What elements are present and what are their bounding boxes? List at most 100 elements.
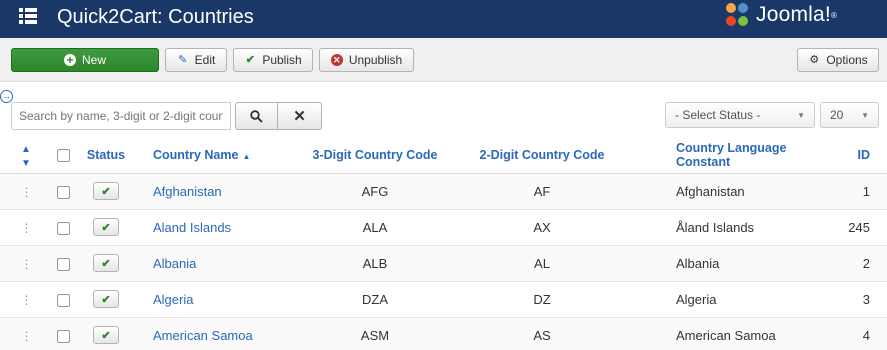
status-cell: ✔ bbox=[74, 209, 138, 246]
page-title: Quick2Cart: Countries bbox=[57, 6, 254, 28]
published-toggle[interactable]: ✔ bbox=[93, 218, 119, 236]
row-checkbox[interactable] bbox=[56, 293, 70, 307]
id-cell: 245 bbox=[842, 209, 887, 246]
language-constant-cell: Albania bbox=[642, 245, 842, 282]
publish-label: Publish bbox=[262, 53, 302, 67]
chevron-down-icon: ▼ bbox=[797, 110, 805, 120]
check-icon: ✔ bbox=[101, 221, 111, 234]
registered-mark: ® bbox=[830, 10, 837, 20]
checkbox-cell bbox=[52, 317, 74, 350]
id-column-header[interactable]: ID bbox=[842, 138, 887, 174]
list-limit-value: 20 bbox=[830, 108, 844, 122]
language-constant-cell: American Samoa bbox=[642, 317, 842, 350]
code3-column-header[interactable]: 3-Digit Country Code bbox=[308, 138, 442, 174]
const-column-header[interactable]: Country Language Constant bbox=[642, 138, 842, 174]
countries-table: ▲ ▼ Status Country Name ▲ 3-Digit Country … bbox=[0, 138, 887, 350]
published-toggle[interactable]: ✔ bbox=[93, 254, 119, 272]
id-cell: 4 bbox=[842, 317, 887, 350]
country-name-link[interactable]: Aland Islands bbox=[153, 220, 231, 235]
ordering-cell: ⋮ bbox=[0, 317, 52, 350]
id-cell: 2 bbox=[842, 245, 887, 282]
name-column-header[interactable]: Country Name ▲ bbox=[138, 138, 308, 174]
country-name-link[interactable]: Afghanistan bbox=[153, 184, 222, 199]
ordering-column-header[interactable]: ▲ ▼ bbox=[0, 138, 52, 174]
code2-cell: AX bbox=[442, 209, 642, 246]
checkbox-cell bbox=[52, 209, 74, 246]
code3-cell: ALB bbox=[308, 245, 442, 282]
ordering-cell: ⋮ bbox=[0, 209, 52, 246]
country-name-cell: Afghanistan bbox=[138, 173, 308, 210]
country-name-link[interactable]: Albania bbox=[153, 256, 196, 271]
row-checkbox[interactable] bbox=[56, 257, 70, 271]
table-header-row: ▲ ▼ Status Country Name ▲ 3-Digit Country … bbox=[0, 138, 887, 174]
list-limit-select[interactable]: 20 ▼ bbox=[820, 102, 879, 128]
code2-column-header[interactable]: 2-Digit Country Code bbox=[442, 138, 642, 174]
edit-button[interactable]: ✎ Edit bbox=[165, 48, 227, 72]
published-toggle[interactable]: ✔ bbox=[93, 326, 119, 344]
clear-button[interactable]: ✕ bbox=[278, 102, 322, 130]
country-name-link[interactable]: American Samoa bbox=[153, 328, 253, 343]
status-cell: ✔ bbox=[74, 281, 138, 318]
row-checkbox[interactable] bbox=[56, 185, 70, 199]
code2-cell: AS bbox=[442, 317, 642, 350]
drag-handle-icon[interactable]: ⋮ bbox=[21, 185, 33, 199]
joomla-logo[interactable]: Joomla! ® bbox=[722, 1, 837, 29]
new-button[interactable]: + New bbox=[11, 48, 159, 72]
status-filter-select[interactable]: - Select Status - ▼ bbox=[665, 102, 815, 128]
search-input[interactable] bbox=[11, 102, 231, 130]
table-row: ⋮ ✔ Albania ALB AL Albania 2 bbox=[0, 245, 887, 282]
x-circle-icon: ✕ bbox=[330, 54, 343, 66]
status-cell: ✔ bbox=[74, 245, 138, 282]
drag-handle-icon[interactable]: ⋮ bbox=[21, 221, 33, 235]
search-icon bbox=[250, 109, 263, 123]
options-button[interactable]: ⚙ Options bbox=[797, 48, 879, 72]
table-row: ⋮ ✔ Afghanistan AFG AF Afghanistan 1 bbox=[0, 173, 887, 210]
row-checkbox[interactable] bbox=[56, 221, 70, 235]
chevron-down-icon: ▼ bbox=[861, 110, 869, 120]
code3-cell: DZA bbox=[308, 281, 442, 318]
country-name-cell: Aland Islands bbox=[138, 209, 308, 246]
check-icon: ✔ bbox=[101, 257, 111, 270]
toolbar: + New ✎ Edit ✔ Publish ✕ Unpublish ⚙ Opt… bbox=[0, 38, 887, 82]
new-label: New bbox=[81, 53, 106, 67]
check-icon: ✔ bbox=[101, 293, 111, 306]
edit-label: Edit bbox=[194, 53, 216, 67]
list-icon[interactable] bbox=[19, 7, 37, 25]
ordering-cell: ⋮ bbox=[0, 173, 52, 210]
plus-circle-icon: + bbox=[63, 54, 76, 66]
publish-button[interactable]: ✔ Publish bbox=[233, 48, 313, 72]
status-filter-value: - Select Status - bbox=[675, 108, 761, 122]
drag-handle-icon[interactable]: ⋮ bbox=[21, 257, 33, 271]
row-checkbox[interactable] bbox=[56, 329, 70, 343]
check-icon: ✔ bbox=[101, 185, 111, 198]
search-button[interactable] bbox=[235, 102, 278, 130]
checkbox-cell bbox=[52, 245, 74, 282]
id-cell: 1 bbox=[842, 173, 887, 210]
language-constant-cell: Afghanistan bbox=[642, 173, 842, 210]
select-all-checkbox[interactable] bbox=[56, 149, 70, 163]
language-constant-cell: Algeria bbox=[642, 281, 842, 318]
id-cell: 3 bbox=[842, 281, 887, 318]
brand-name: Joomla! bbox=[756, 3, 831, 26]
country-name-link[interactable]: Algeria bbox=[153, 292, 193, 307]
sidebar-toggle-icon[interactable]: → bbox=[0, 90, 13, 103]
status-cell: ✔ bbox=[74, 317, 138, 350]
published-toggle[interactable]: ✔ bbox=[93, 290, 119, 308]
close-icon: ✕ bbox=[293, 108, 306, 125]
unpublish-button[interactable]: ✕ Unpublish bbox=[319, 48, 414, 72]
joomla-logo-icon bbox=[726, 3, 748, 26]
code2-cell: AF bbox=[442, 173, 642, 210]
drag-handle-icon[interactable]: ⋮ bbox=[21, 293, 33, 307]
code3-cell: ASM bbox=[308, 317, 442, 350]
select-all-header bbox=[52, 138, 74, 174]
drag-handle-icon[interactable]: ⋮ bbox=[21, 329, 33, 343]
country-name-cell: Albania bbox=[138, 245, 308, 282]
check-icon: ✔ bbox=[101, 329, 111, 342]
options-label: Options bbox=[826, 53, 868, 67]
code2-cell: AL bbox=[442, 245, 642, 282]
language-constant-cell: Åland Islands bbox=[642, 209, 842, 246]
code3-cell: AFG bbox=[308, 173, 442, 210]
table-body: ⋮ ✔ Afghanistan AFG AF Afghanistan 1 ⋮ ✔ Aland Is… bbox=[0, 173, 887, 350]
published-toggle[interactable]: ✔ bbox=[93, 182, 119, 200]
status-column-header[interactable]: Status bbox=[74, 138, 138, 174]
